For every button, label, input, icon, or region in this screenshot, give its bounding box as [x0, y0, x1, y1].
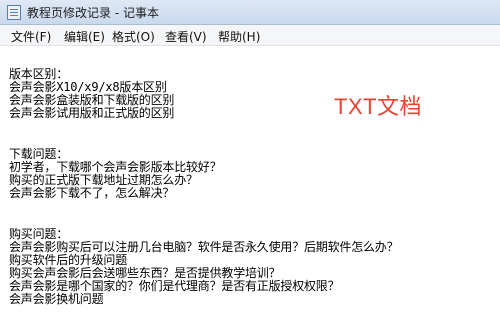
- notepad-icon: [7, 5, 21, 20]
- menu-edit[interactable]: 编辑(E): [64, 28, 105, 45]
- menu-view[interactable]: 查看(V): [165, 28, 207, 45]
- text-line: 会声会影试用版和正式版的区别: [9, 106, 175, 120]
- text-line: 会声会影下载不了，怎么解决？: [9, 186, 175, 200]
- menu-format[interactable]: 格式(O): [112, 28, 155, 45]
- menu-file[interactable]: 文件(F): [11, 28, 51, 45]
- menu-bar: 文件(F) 编辑(E) 格式(O) 查看(V) 帮助(H): [0, 25, 500, 46]
- text-editor[interactable]: 版本区别： 会声会影X10/x9/x8版本区别 会声会影盒装版和下载版的区别 会…: [0, 46, 500, 325]
- menu-help[interactable]: 帮助(H): [218, 28, 260, 45]
- text-line: 会声会影换机问题: [9, 292, 104, 306]
- window-title: 教程页修改记录 - 记事本: [27, 6, 159, 20]
- title-bar: 教程页修改记录 - 记事本: [0, 0, 500, 25]
- txt-document-label: TXT文档: [334, 94, 423, 119]
